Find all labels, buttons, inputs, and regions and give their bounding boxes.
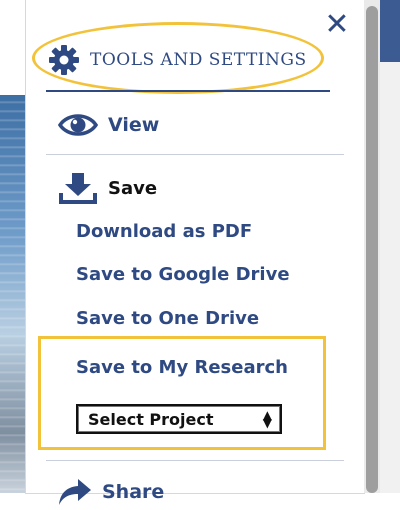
save-one-drive-link[interactable]: Save to One Drive — [76, 308, 259, 329]
background-image — [0, 95, 26, 493]
project-select-value: Select Project — [88, 409, 214, 429]
save-my-research-link[interactable]: Save to My Research — [76, 357, 288, 378]
select-arrows-icon: ▲ ▼ — [262, 408, 272, 430]
share-button[interactable]: Share — [58, 474, 164, 510]
save-google-drive-link[interactable]: Save to Google Drive — [76, 264, 290, 285]
download-icon — [59, 173, 97, 204]
tools-settings-panel: ✕ TOOLS AND SETTINGS View Save Download … — [26, 0, 364, 505]
eye-icon — [58, 114, 98, 136]
background-page-left — [0, 0, 26, 493]
save-label: Save — [108, 177, 158, 199]
gear-icon — [49, 45, 79, 75]
scrollbar-thumb[interactable] — [366, 6, 378, 493]
panel-title: TOOLS AND SETTINGS — [90, 50, 307, 70]
download-pdf-link[interactable]: Download as PDF — [76, 221, 252, 242]
panel-scrollbar[interactable] — [364, 0, 380, 493]
view-button[interactable]: View — [58, 108, 159, 142]
background-header-strip — [380, 0, 400, 62]
view-label: View — [108, 114, 160, 136]
save-section-header[interactable]: Save — [58, 170, 157, 206]
project-select[interactable]: Select Project ▲ ▼ — [76, 404, 282, 434]
background-page-right — [380, 0, 400, 493]
panel-header: TOOLS AND SETTINGS — [48, 42, 307, 78]
section-divider — [46, 460, 344, 461]
close-icon[interactable]: ✕ — [322, 10, 352, 40]
share-label: Share — [102, 481, 165, 503]
share-icon — [59, 479, 91, 505]
section-divider — [46, 154, 344, 155]
header-divider — [46, 90, 330, 92]
